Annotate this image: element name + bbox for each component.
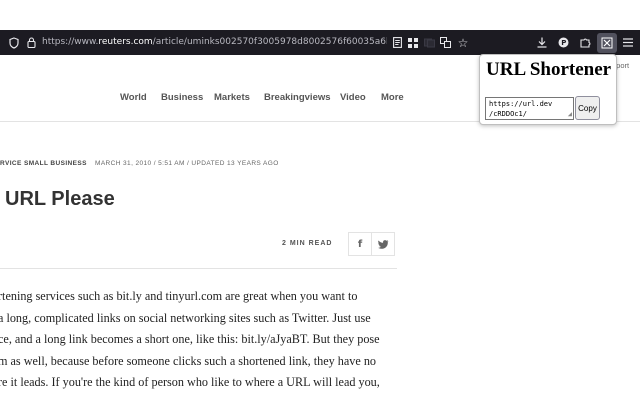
- lock-icon[interactable]: [24, 30, 38, 55]
- body-line: re it leads. If you're the kind of perso…: [0, 375, 380, 389]
- article-headline: URL Please: [5, 188, 115, 210]
- nav-item-more[interactable]: More: [381, 92, 404, 103]
- read-time: 2 MIN READ: [282, 240, 333, 247]
- twitter-share-button[interactable]: t: [371, 232, 395, 256]
- translate-icon[interactable]: [438, 30, 452, 55]
- url-shortener-icon: [601, 37, 613, 49]
- nav-item-world[interactable]: World: [120, 92, 147, 103]
- short-url-line: /cRDDOc1/: [489, 110, 527, 118]
- article-dateline: MARCH 31, 2010 / 5:51 AM / UPDATED 13 YE…: [95, 160, 279, 167]
- article-category[interactable]: RVICE SMALL BUSINESS: [0, 160, 87, 167]
- short-url-line: https://url.dev: [489, 100, 553, 108]
- url-path: /article/uminks002570f3005978d8002576f60…: [152, 37, 387, 47]
- grid-apps-icon[interactable]: [406, 30, 420, 55]
- reader-view-icon[interactable]: [390, 30, 404, 55]
- nav-item-video[interactable]: Video: [340, 92, 366, 103]
- url-shortener-popup: URL Shortener https://url.dev /cRDDOc1/ …: [479, 54, 617, 125]
- address-bar[interactable]: https://www.reuters.com/article/uminks00…: [42, 30, 387, 55]
- pocket-extension-icon[interactable]: P: [556, 30, 570, 55]
- resize-handle-icon[interactable]: ◢: [568, 111, 572, 118]
- short-url-field[interactable]: https://url.dev /cRDDOc1/ ◢: [485, 97, 574, 120]
- body-line: m as well, because before someone clicks…: [0, 353, 377, 368]
- url-shortener-extension-button[interactable]: [597, 33, 617, 53]
- body-line: ce, and a long link becomes a short one,…: [0, 332, 380, 346]
- container-tab-icon[interactable]: [422, 30, 436, 55]
- twitter-icon: [377, 239, 388, 249]
- download-icon[interactable]: [535, 30, 549, 55]
- nav-item-business[interactable]: Business: [161, 92, 203, 103]
- body-line: a long, complicated links on social netw…: [0, 310, 371, 325]
- browser-toolbar: https://www.reuters.com/article/uminks00…: [0, 30, 640, 55]
- svg-text:P: P: [561, 39, 566, 47]
- shield-icon[interactable]: [6, 30, 22, 55]
- copy-button[interactable]: Copy: [575, 96, 600, 120]
- url-prefix: https://www.: [42, 37, 99, 47]
- puzzle-icon[interactable]: [578, 30, 592, 55]
- window-top-strip: [0, 0, 640, 30]
- body-line: rtening services such as bit.ly and tiny…: [0, 289, 358, 303]
- facebook-share-button[interactable]: f: [348, 232, 372, 256]
- facebook-icon: f: [357, 238, 363, 250]
- article-body: rtening services such as bit.ly and tiny…: [0, 286, 398, 394]
- nav-item-markets[interactable]: Markets: [214, 92, 250, 103]
- star-icon[interactable]: ☆: [456, 30, 470, 55]
- nav-item-breakingviews[interactable]: Breakingviews: [264, 92, 331, 103]
- hamburger-menu-icon[interactable]: [621, 30, 635, 55]
- popup-title: URL Shortener: [486, 59, 612, 80]
- article-divider: [0, 268, 397, 269]
- url-domain: reuters.com: [98, 37, 153, 47]
